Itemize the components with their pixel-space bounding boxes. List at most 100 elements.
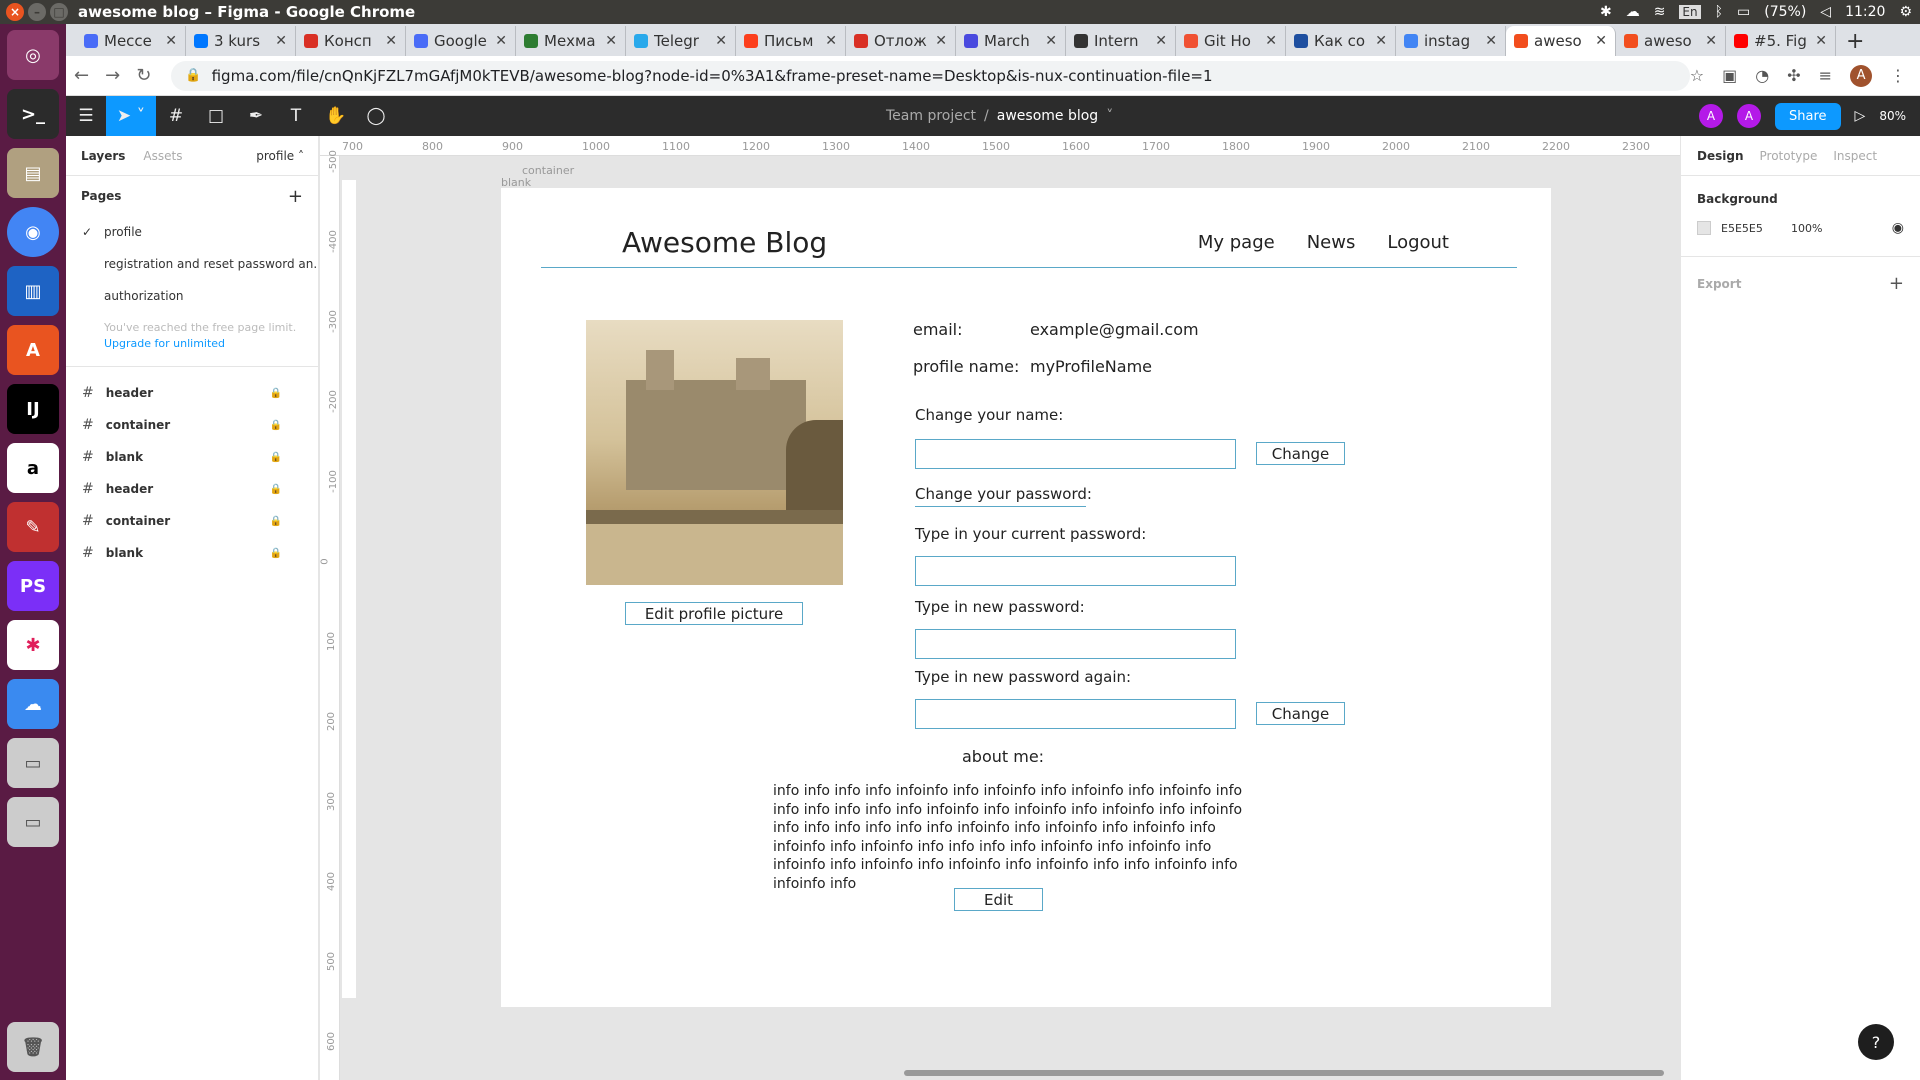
move-tool-icon[interactable]: ➤ ˅ — [106, 96, 156, 136]
minimize-window-icon[interactable]: – — [28, 3, 46, 21]
browser-tab[interactable]: Google ✕ — [406, 26, 516, 56]
file-name-dropdown[interactable]: awesome blog — [997, 108, 1098, 124]
browser-tab[interactable]: aweso ✕ — [1506, 26, 1616, 56]
lock-icon[interactable]: 🔒 — [270, 452, 282, 463]
current-password-input[interactable] — [915, 556, 1236, 586]
new-password-again-input[interactable] — [915, 699, 1236, 729]
battery-icon[interactable]: ▭ — [1737, 4, 1750, 20]
page-item-registration[interactable]: registration and reset password an... — [66, 248, 318, 280]
nav-news[interactable]: News — [1307, 232, 1356, 253]
clock[interactable]: 11:20 — [1845, 4, 1885, 20]
frame-tool-icon[interactable]: # — [156, 96, 196, 136]
tab-close-icon[interactable]: ✕ — [605, 33, 617, 49]
tab-close-icon[interactable]: ✕ — [825, 33, 837, 49]
tab-close-icon[interactable]: ✕ — [165, 33, 177, 49]
change-name-button[interactable]: Change — [1256, 442, 1345, 465]
tab-close-icon[interactable]: ✕ — [1485, 33, 1497, 49]
nav-my-page[interactable]: My page — [1198, 232, 1275, 253]
maximize-window-icon[interactable]: □ — [50, 3, 68, 21]
tab-inspect[interactable]: Inspect — [1833, 149, 1877, 163]
upgrade-link[interactable]: Upgrade for unlimited — [104, 336, 318, 352]
zoom-dropdown[interactable]: 80% — [1879, 109, 1906, 123]
browser-tab[interactable]: aweso ✕ — [1616, 26, 1726, 56]
tools-icon[interactable]: ✎ — [7, 502, 59, 552]
tab-close-icon[interactable]: ✕ — [935, 33, 947, 49]
browser-tab[interactable]: #5. Fig ✕ — [1726, 26, 1836, 56]
disk-icon[interactable]: ▭ — [7, 738, 59, 788]
layer-row[interactable]: # blank 🔒 — [66, 441, 318, 473]
tab-close-icon[interactable]: ✕ — [1155, 33, 1167, 49]
tab-layers[interactable]: Layers — [81, 149, 125, 163]
profile-frame[interactable]: Awesome Blog My page News Logout Edit pr… — [501, 188, 1551, 1007]
settings-gear-icon[interactable]: ⚙ — [1899, 4, 1912, 20]
lock-icon[interactable]: 🔒 — [270, 420, 282, 431]
figma-canvas[interactable]: 700 800 900 1000 1100 1200 1300 1400 1500 1600 170… — [320, 136, 1680, 1080]
bluetooth-icon[interactable]: ᛒ — [1715, 4, 1723, 20]
disk2-icon[interactable]: ▭ — [7, 797, 59, 847]
tab-close-icon[interactable]: ✕ — [495, 33, 507, 49]
add-export-icon[interactable]: + — [1889, 273, 1904, 294]
back-icon[interactable]: ← — [66, 65, 97, 86]
browser-tab[interactable]: Консп ✕ — [296, 26, 406, 56]
browser-tab[interactable]: Мессе ✕ — [76, 26, 186, 56]
collaborator-avatar[interactable]: A — [1699, 104, 1724, 128]
puzzle-icon[interactable]: ✣ — [1787, 66, 1800, 85]
edit-profile-picture-button[interactable]: Edit profile picture — [625, 602, 803, 625]
close-window-icon[interactable]: × — [6, 3, 24, 21]
layer-row[interactable]: # header 🔒 — [66, 377, 318, 409]
pen-tool-icon[interactable]: ✒ — [236, 96, 276, 136]
media-icon[interactable]: ≡ — [1819, 66, 1832, 85]
lock-icon[interactable]: 🔒 — [270, 516, 282, 527]
browser-tab[interactable]: Intern ✕ — [1066, 26, 1176, 56]
lock-icon[interactable]: 🔒 — [270, 484, 282, 495]
reload-icon[interactable]: ↻ — [128, 65, 159, 86]
phpstorm-icon[interactable]: PS — [7, 561, 59, 611]
ubuntu-logo-icon[interactable]: ◎ — [7, 30, 59, 80]
software-center-icon[interactable]: A — [7, 325, 59, 375]
tab-close-icon[interactable]: ✕ — [385, 33, 397, 49]
app-icon[interactable]: ☁ — [7, 679, 59, 729]
new-password-input[interactable] — [915, 629, 1236, 659]
hand-tool-icon[interactable]: ✋ — [316, 96, 356, 136]
layer-row[interactable]: # blank 🔒 — [66, 537, 318, 569]
text-tool-icon[interactable]: T — [276, 96, 316, 136]
new-name-input[interactable] — [915, 439, 1236, 469]
tab-close-icon[interactable]: ✕ — [1265, 33, 1277, 49]
present-play-icon[interactable]: ▷ — [1855, 108, 1866, 124]
browser-tab[interactable]: Git Ho ✕ — [1176, 26, 1286, 56]
browser-tab[interactable]: Telegr ✕ — [626, 26, 736, 56]
writer-icon[interactable]: ▥ — [7, 266, 59, 316]
chevron-down-icon[interactable]: ˅ — [1106, 108, 1113, 124]
tab-assets[interactable]: Assets — [143, 149, 182, 163]
menu-kebab-icon[interactable]: ⋮ — [1890, 66, 1906, 85]
cloud-tray-icon[interactable]: ☁ — [1626, 4, 1640, 20]
tab-design[interactable]: Design — [1697, 149, 1744, 163]
chrome-icon[interactable]: ◉ — [7, 207, 59, 257]
visibility-eye-icon[interactable]: ◉ — [1892, 220, 1904, 236]
nav-logout[interactable]: Logout — [1387, 232, 1449, 253]
browser-tab[interactable]: Письм ✕ — [736, 26, 846, 56]
browser-tab[interactable]: 3 kurs ✕ — [186, 26, 296, 56]
amazon-icon[interactable]: a — [7, 443, 59, 493]
browser-tab[interactable]: instag ✕ — [1396, 26, 1506, 56]
new-tab-icon[interactable]: + — [1846, 26, 1864, 56]
user-avatar[interactable]: A — [1737, 104, 1762, 128]
browser-tab[interactable]: March ✕ — [956, 26, 1066, 56]
wifi-icon[interactable]: ≋ — [1654, 4, 1666, 20]
intellij-icon[interactable]: IJ — [7, 384, 59, 434]
page-item-authorization[interactable]: authorization — [66, 280, 318, 312]
slack-icon[interactable]: ✱ — [7, 620, 59, 670]
tab-prototype[interactable]: Prototype — [1760, 149, 1818, 163]
help-button[interactable]: ? — [1858, 1024, 1894, 1060]
change-password-button[interactable]: Change — [1256, 702, 1345, 725]
team-project-link[interactable]: Team project — [886, 108, 976, 124]
tab-close-icon[interactable]: ✕ — [1815, 33, 1827, 49]
volume-icon[interactable]: ◁ — [1820, 4, 1831, 20]
add-page-icon[interactable]: + — [288, 186, 303, 207]
lock-icon[interactable]: 🔒 — [270, 388, 282, 399]
background-hex[interactable]: E5E5E5 — [1721, 222, 1781, 235]
hamburger-menu-icon[interactable]: ☰ — [66, 96, 106, 136]
lock-icon[interactable]: 🔒 — [185, 68, 201, 83]
bookmark-star-icon[interactable]: ☆ — [1690, 66, 1704, 85]
background-opacity[interactable]: 100% — [1791, 222, 1822, 235]
